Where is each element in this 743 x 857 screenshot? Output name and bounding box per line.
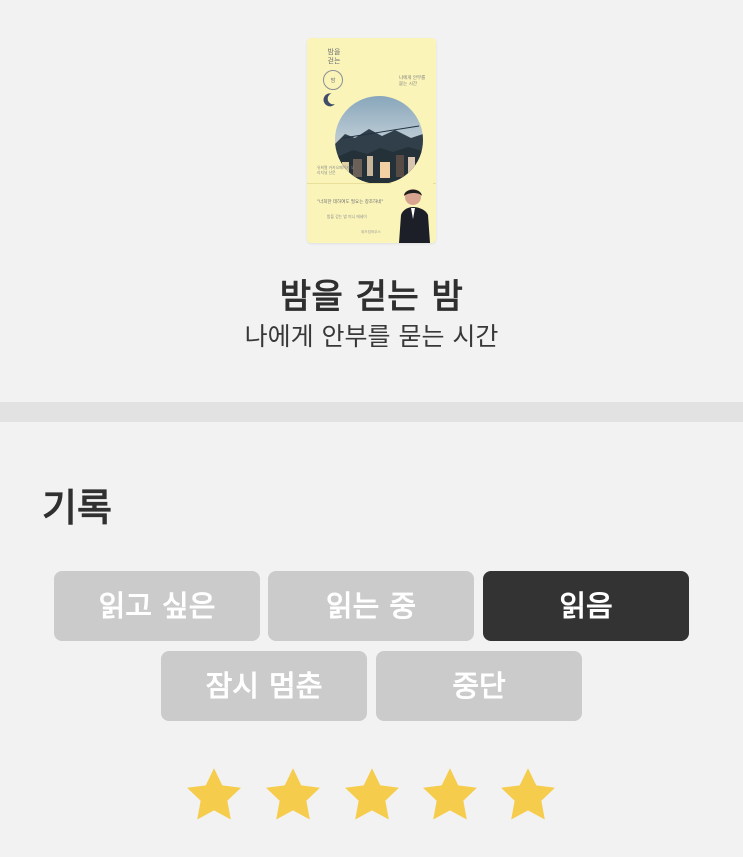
author-portrait: [391, 183, 433, 243]
star-icon-2[interactable]: [260, 764, 326, 828]
cover-quote: "너희한 데하여도 필요는 창조하네": [317, 200, 384, 205]
status-paused-button[interactable]: 잠시 멈춘: [161, 651, 367, 721]
status-read-button[interactable]: 읽음: [483, 571, 689, 641]
cover-badge: 밤: [323, 70, 343, 90]
status-reading-button[interactable]: 읽는 중: [268, 571, 474, 641]
book-title: 밤을 걷는 밤: [279, 277, 464, 317]
moon-icon: [323, 93, 335, 107]
star-icon-3[interactable]: [339, 764, 405, 828]
section-divider: [0, 402, 743, 422]
star-icon-5[interactable]: [495, 764, 561, 828]
record-section: 기록 읽고 싶은 읽는 중 읽음 잠시 멈춘 중단: [0, 422, 743, 857]
cover-author-text: 유희열 카카오페이지 오리지널 산문: [317, 165, 355, 175]
book-subtitle: 나에게 안부를 묻는 시간: [244, 322, 499, 351]
cover-title-line-2: 걷는: [327, 57, 341, 65]
record-title: 기록: [42, 486, 112, 530]
star-icon-4[interactable]: [417, 764, 483, 828]
status-want-to-read-button[interactable]: 읽고 싶은: [54, 571, 260, 641]
book-detail-screen: 밤을 걷는 밤 나에게 안부를 묻는 시간 유희열 카카오페이지 오리지널 산문…: [0, 0, 743, 857]
book-cover[interactable]: 밤을 걷는 밤 나에게 안부를 묻는 시간 유희열 카카오페이지 오리지널 산문…: [307, 38, 436, 243]
status-stopped-button[interactable]: 중단: [376, 651, 582, 721]
cover-title-line-1: 밤을: [327, 48, 341, 56]
rating-stars[interactable]: [0, 764, 743, 828]
cover-title: 밤을 걷는: [321, 48, 347, 66]
star-icon-1[interactable]: [181, 764, 247, 828]
cover-small-text: 밤을 걷는 밤 미니 에세이: [327, 214, 367, 219]
cover-subtitle: 나에게 안부를 묻는 시간: [399, 76, 426, 87]
book-header: 밤을 걷는 밤 나에게 안부를 묻는 시간 유희열 카카오페이지 오리지널 산문…: [0, 0, 743, 402]
